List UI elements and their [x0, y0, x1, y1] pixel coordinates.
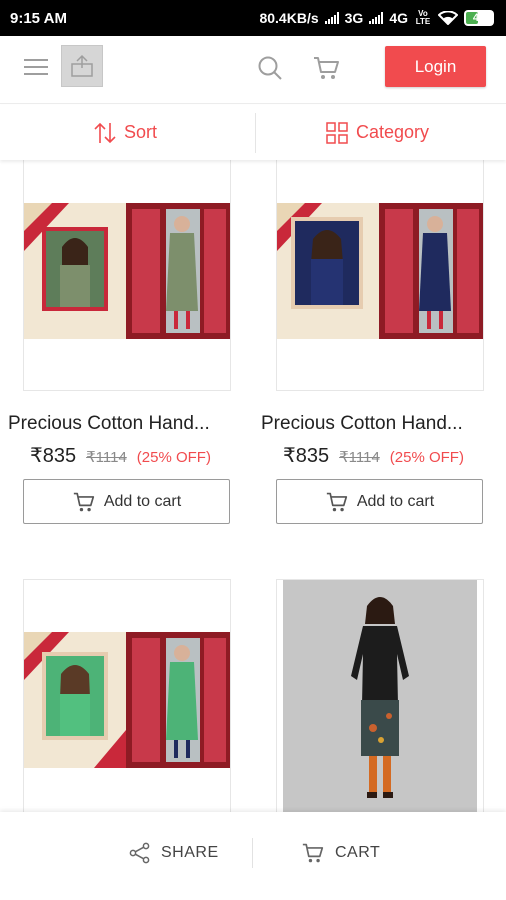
- app-header: Login: [0, 36, 506, 104]
- app-screen: 9:15 AM 80.4KB/s 3G 4G Vo LTE 47 Login S…: [0, 0, 506, 900]
- status-bar: 9:15 AM 80.4KB/s 3G 4G Vo LTE 47: [0, 0, 506, 36]
- product-image[interactable]: [276, 579, 484, 819]
- cart-button[interactable]: CART: [301, 842, 380, 864]
- add-to-cart-label: Add to cart: [103, 492, 182, 510]
- cart-icon: [302, 843, 324, 863]
- battery-icon: 47: [464, 10, 494, 26]
- navy-kurti-catalog-image: [277, 203, 483, 339]
- product-mrp: ₹1114: [339, 449, 380, 466]
- sort-icon: [94, 122, 116, 143]
- share-icon: [129, 842, 150, 864]
- green-kurti-catalog-image: [24, 203, 230, 339]
- product-name[interactable]: Precious Cotton Hand...: [8, 413, 244, 435]
- product-image[interactable]: [23, 579, 231, 819]
- cart-icon: [314, 57, 339, 79]
- grid-icon: [326, 121, 348, 144]
- upload-icon: [71, 54, 93, 77]
- product-price: ₹835: [283, 445, 330, 467]
- menu-icon[interactable]: [24, 57, 48, 77]
- signal-icon: [324, 12, 339, 24]
- network-type-3g: 3G: [344, 10, 364, 26]
- search-button[interactable]: [256, 54, 284, 82]
- cart-icon: [73, 492, 94, 511]
- share-label: SHARE: [161, 844, 219, 861]
- product-discount: (25% OFF): [136, 449, 211, 466]
- status-time: 9:15 AM: [10, 9, 67, 27]
- bottom-divider: [252, 838, 253, 868]
- filter-bar: Sort Category: [0, 105, 506, 160]
- product-image[interactable]: [23, 150, 231, 391]
- product-discount: (25% OFF): [389, 449, 464, 466]
- product-image[interactable]: [276, 150, 484, 391]
- volte-badge: Vo LTE: [415, 9, 431, 26]
- product-price: ₹835: [30, 445, 77, 467]
- add-to-cart-label: Add to cart: [356, 492, 435, 510]
- search-icon: [258, 56, 282, 80]
- header-cart-button[interactable]: [312, 54, 340, 82]
- signal-icon-2: [369, 12, 384, 24]
- price-row: ₹835 ₹1114 (25% OFF): [283, 443, 464, 468]
- add-to-cart-button[interactable]: Add to cart: [23, 479, 230, 524]
- battery-level: 47: [472, 12, 486, 24]
- status-icons: 80.4KB/s 3G 4G Vo LTE 47: [259, 10, 494, 26]
- black-floral-kurti-image: [283, 580, 477, 818]
- category-button[interactable]: Category: [326, 105, 429, 160]
- network-speed: 80.4KB/s: [259, 10, 319, 26]
- product-mrp: ₹1114: [86, 449, 127, 466]
- share-button[interactable]: SHARE: [129, 842, 219, 864]
- cart-label: CART: [335, 844, 381, 861]
- wifi-icon: [438, 11, 458, 25]
- network-type-4g: 4G: [389, 10, 408, 26]
- mint-kurti-catalog-image: [24, 632, 230, 768]
- filter-divider: [255, 113, 256, 153]
- bottom-action-bar: SHARE CART: [0, 812, 506, 900]
- category-label: Category: [356, 122, 430, 142]
- sort-button[interactable]: Sort: [94, 105, 157, 160]
- add-to-cart-button[interactable]: Add to cart: [276, 479, 483, 524]
- product-name[interactable]: Precious Cotton Hand...: [261, 413, 497, 435]
- store-logo[interactable]: [61, 45, 103, 87]
- price-row: ₹835 ₹1114 (25% OFF): [30, 443, 211, 468]
- cart-icon: [326, 492, 347, 511]
- sort-label: Sort: [124, 122, 158, 142]
- login-button[interactable]: Login: [385, 46, 486, 87]
